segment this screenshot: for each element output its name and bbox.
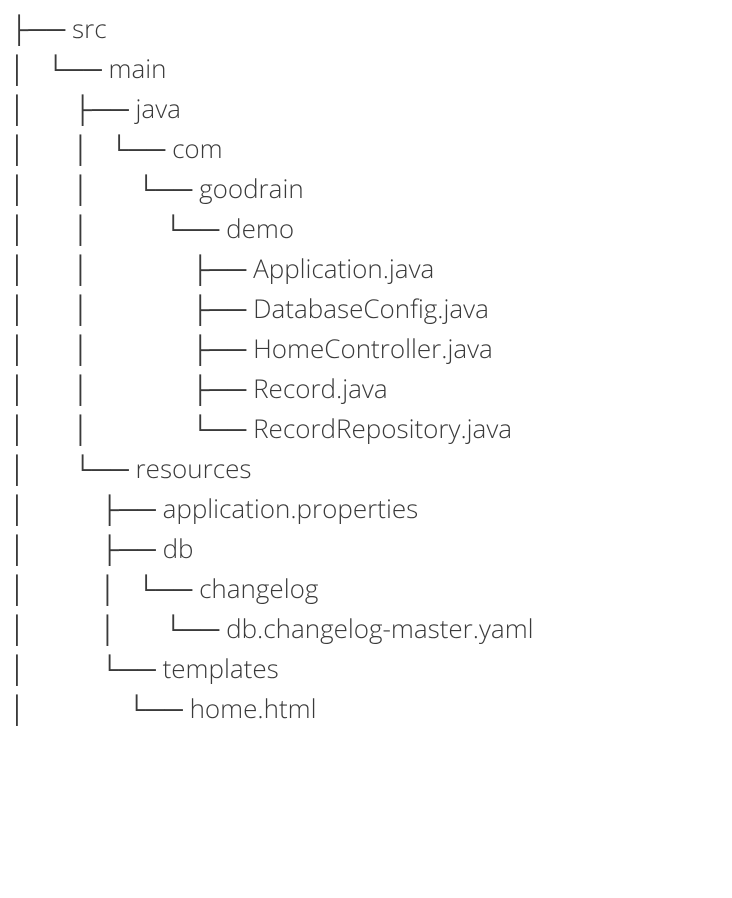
tree-label: RecordRepository.java [253,410,512,446]
tree-prefix: │ └── [10,650,163,686]
tree-label: DatabaseConfig.java [253,290,489,326]
tree-prefix: │ ├── [10,530,163,566]
tree-prefix: │ │ ├── [10,250,253,286]
tree-prefix: │ ├── [10,90,136,126]
tree-label: HomeController.java [253,330,493,366]
tree-prefix: │ ├── [10,490,163,526]
tree-label: goodrain [199,170,304,206]
tree-line: │ │ ├── HomeController.java [10,328,722,368]
tree-label: resources [136,450,252,486]
tree-line: │ ├── db [10,528,722,568]
tree-prefix: │ └── [10,450,136,486]
tree-label: demo [226,210,294,246]
tree-line: │ └── resources [10,448,722,488]
tree-line: │ ├── application.properties [10,488,722,528]
tree-label: application.properties [163,490,419,526]
tree-prefix: │ │ ├── [10,290,253,326]
tree-line: │ └── home.html [10,688,722,728]
tree-line: │ │ └── goodrain [10,168,722,208]
tree-line: │ ├── java [10,88,722,128]
tree-prefix: ├── [10,10,72,46]
tree-prefix: │ │ └── [10,410,253,446]
tree-line: │ │ └── demo [10,208,722,248]
tree-label: src [72,10,107,46]
tree-prefix: │ │ └── [10,210,226,246]
tree-prefix: │ │ └── [10,130,172,166]
tree-label: java [136,90,181,126]
tree-line: │ │ ├── DatabaseConfig.java [10,288,722,328]
tree-line: │ │ └── com [10,128,722,168]
tree-prefix: │ │ ├── [10,330,253,366]
tree-line: │ └── templates [10,648,722,688]
tree-label: Application.java [253,250,434,286]
tree-line: │ │ └── db.changelog-master.yaml [10,608,722,648]
tree-label: Record.java [253,370,388,406]
tree-line: │ └── main [10,48,722,88]
tree-label: main [109,50,167,86]
tree-line: │ │ └── changelog [10,568,722,608]
tree-prefix: │ │ └── [10,570,199,606]
tree-line: │ │ ├── Record.java [10,368,722,408]
tree-line: ├── src [10,8,722,48]
tree-prefix: │ └── [10,690,190,726]
tree-label: com [172,130,223,166]
tree-label: db [163,530,194,566]
tree-prefix: │ │ └── [10,170,199,206]
tree-prefix: │ └── [10,50,109,86]
tree-line: │ │ └── RecordRepository.java [10,408,722,448]
tree-prefix: │ │ ├── [10,370,253,406]
tree-label: home.html [190,690,317,726]
tree-label: db.changelog-master.yaml [226,610,533,646]
tree-line: │ │ ├── Application.java [10,248,722,288]
tree-label: templates [163,650,279,686]
tree-prefix: │ │ └── [10,610,226,646]
file-tree: ├── src │ └── main │ ├── java │ │ └── co… [10,8,722,728]
tree-label: changelog [199,570,318,606]
